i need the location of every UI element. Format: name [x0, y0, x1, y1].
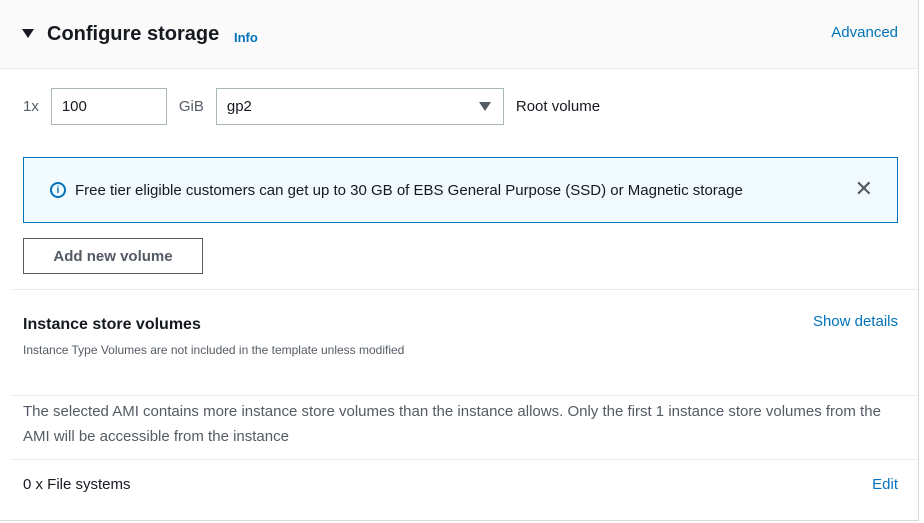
free-tier-alert: i Free tier eligible customers can get u…: [23, 157, 898, 223]
divider: [12, 459, 918, 460]
add-new-volume-button[interactable]: Add new volume: [23, 238, 203, 274]
root-volume-label: Root volume: [515, 98, 601, 115]
alert-text: Free tier eligible customers can get up …: [75, 181, 743, 199]
panel-header: Configure storage Info Advanced: [0, 0, 918, 69]
root-volume-row: 1x 100 GiB gp2 Root volume: [23, 88, 600, 125]
edit-link[interactable]: Edit: [872, 476, 898, 493]
instance-store-title: Instance store volumes: [23, 316, 201, 333]
divider: [12, 289, 918, 290]
volume-size-input[interactable]: 100: [50, 88, 167, 125]
page-title[interactable]: Configure storage: [47, 23, 219, 46]
volume-count: 1x: [23, 98, 39, 115]
instance-store-message: The selected AMI contains more instance …: [23, 403, 881, 445]
dropdown-arrow-icon: [478, 102, 491, 111]
size-unit: GiB: [178, 98, 204, 115]
volume-type-select[interactable]: gp2: [215, 88, 504, 125]
caret-down-icon[interactable]: [22, 29, 34, 38]
info-icon: i: [50, 182, 66, 198]
close-icon[interactable]: ✕: [855, 176, 873, 202]
divider: [12, 395, 918, 396]
configure-storage-panel: Configure storage Info Advanced 1x 100 G…: [0, 0, 919, 521]
file-systems-label: 0 x File systems: [23, 476, 131, 493]
show-details-link[interactable]: Show details: [813, 313, 898, 330]
volume-type-value: gp2: [226, 98, 252, 115]
advanced-link[interactable]: Advanced: [831, 24, 898, 41]
info-link[interactable]: Info: [234, 30, 258, 45]
instance-store-subtitle: Instance Type Volumes are not included i…: [23, 343, 405, 357]
